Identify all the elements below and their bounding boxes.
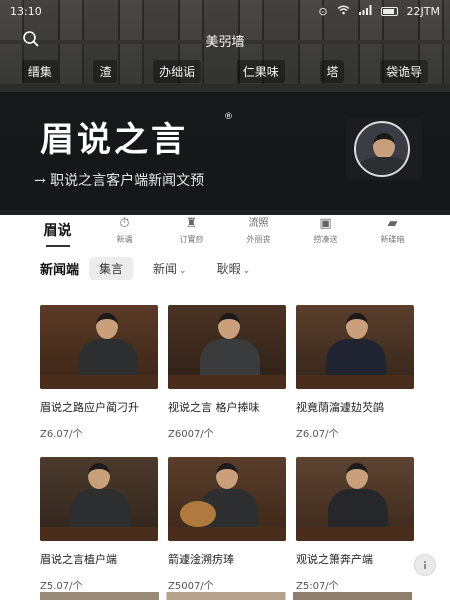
tab-news[interactable]: ⏱ 新谲: [96, 216, 154, 245]
person-head: [88, 463, 110, 489]
product-price: Z5007/个: [168, 581, 214, 592]
product-card[interactable]: 视说之言 格户捧味 Z6007/个: [168, 305, 286, 440]
banner-title: 眉说之言: [40, 120, 188, 160]
timer-icon: ⏱: [119, 216, 130, 231]
quick-item[interactable]: 缙集: [21, 59, 58, 83]
host-avatar-card[interactable]: [346, 118, 422, 180]
app-title: 美弜墙: [205, 35, 245, 50]
quick-category-row: 缙集 渣 办绌诟 仁果味 塔 袋诡导: [0, 56, 450, 86]
tower-icon: ♜: [185, 216, 198, 231]
tab-active-indicator: [45, 245, 70, 247]
product-price: Z6007/个: [168, 429, 214, 440]
desk: [168, 527, 286, 541]
desk: [168, 375, 286, 389]
person-head: [216, 463, 238, 489]
status-time: 13:10: [10, 4, 42, 18]
quick-item[interactable]: 办绌诟: [153, 59, 202, 83]
tab-label: 外丽丧: [246, 235, 271, 244]
section-title: 新闻端: [40, 262, 80, 278]
person-body: [326, 339, 386, 379]
registered-mark: ®: [224, 112, 233, 122]
product-price: Z5.07/个: [40, 581, 83, 592]
person-head: [373, 133, 395, 159]
banner-subtitle: → 职说之言客户端新闻文预: [34, 173, 205, 189]
next-row-thumbnails: [40, 592, 412, 600]
person-head: [218, 313, 240, 339]
product-price: Z5:07/个: [296, 581, 339, 592]
signal-icon: [358, 4, 372, 18]
box-icon: ▣: [319, 216, 332, 231]
person-body: [356, 157, 408, 175]
product-image: [168, 457, 286, 541]
person-body: [78, 339, 138, 379]
bag-icon: ▰: [387, 216, 398, 231]
tab-external[interactable]: 流照 外丽丧: [230, 216, 288, 245]
product-image: [168, 305, 286, 389]
tab-label: 订實痧: [179, 235, 204, 244]
product-title: 观说之箫奔产端: [296, 553, 373, 566]
product-price: Z6.07/个: [40, 429, 83, 440]
person-body: [328, 489, 388, 529]
chip-label: 新闻: [153, 261, 178, 276]
hero-header: 13:10 ⊙ 22JTM 美弜墙 缙集 渣 办绌诟 仁果味 塔 袋诡导 眉说之…: [0, 0, 450, 215]
wifi-icon: [337, 5, 350, 18]
product-card[interactable]: 视竟荫澝遽攰芡鹐 Z6.07/个: [296, 305, 414, 440]
host-avatar: [354, 121, 410, 177]
product-image: [40, 305, 158, 389]
desk: [40, 375, 158, 389]
desk: [296, 375, 414, 389]
product-title: 箭遽淦溯疠琫: [168, 553, 234, 566]
filter-chip-jiyan[interactable]: 集言: [89, 256, 134, 280]
tab-meishuo[interactable]: 眉说: [29, 216, 87, 247]
quick-item[interactable]: 塔: [320, 59, 345, 83]
filter-chip-genxia[interactable]: 耿暇 ⌄: [207, 257, 261, 280]
tab-label: 眉说: [43, 223, 72, 239]
product-price: Z6.07/个: [296, 429, 339, 440]
quick-item[interactable]: 渣: [93, 59, 118, 83]
chip-label: 集言: [99, 261, 124, 276]
tab-delivery[interactable]: ▣ 捞凑送: [297, 216, 355, 245]
category-tabs: 眉说 ⏱ 新谲 ♜ 订實痧 流照 外丽丧 ▣ 捞凑送 ▰ 新碟暗: [0, 212, 450, 252]
product-title: 眉说之言植户端: [40, 553, 117, 566]
tab-subscribe[interactable]: ♜ 订實痧: [163, 216, 221, 245]
info-icon[interactable]: [414, 554, 436, 576]
desk: [296, 527, 414, 541]
top-bar: 美弜墙: [0, 26, 450, 52]
person-body: [70, 489, 130, 529]
person-head: [346, 313, 368, 339]
person-head: [96, 313, 118, 339]
guitar: [180, 501, 216, 527]
chevron-down-icon: ⌄: [242, 265, 251, 276]
person-body: [200, 339, 260, 379]
tab-new-dish[interactable]: ▰ 新碟暗: [364, 216, 422, 245]
tab-label: 新碟暗: [380, 235, 405, 244]
status-icons: ⊙ 22JTM: [318, 4, 440, 18]
tab-label: 捞凑送: [313, 235, 338, 244]
chip-label: 耿暇: [216, 261, 241, 276]
product-card[interactable]: 眉说之言植户端 Z5.07/个: [40, 457, 158, 592]
product-title: 视说之言 格户捧味: [168, 401, 260, 414]
desk: [40, 527, 158, 541]
product-image: [296, 305, 414, 389]
flow-icon: 流照: [248, 218, 269, 229]
person-head: [346, 463, 368, 489]
battery-icon: [380, 6, 398, 16]
product-card[interactable]: 箭遽淦溯疠琫 Z5007/个: [168, 457, 286, 592]
product-image: [40, 457, 158, 541]
product-title: 视竟荫澝遽攰芡鹐: [296, 401, 384, 414]
filter-row: 新闻端 集言 新闻 ⌄ 耿暇 ⌄: [40, 256, 260, 280]
filter-chip-news[interactable]: 新闻 ⌄: [143, 257, 197, 280]
product-title: 眉说之路应户蔺刁升: [40, 401, 139, 414]
quick-item[interactable]: 仁果味: [236, 59, 285, 83]
status-bar: 13:10 ⊙ 22JTM: [0, 0, 450, 22]
tab-label: 新谲: [116, 235, 133, 244]
brand-banner[interactable]: 眉说之言 ® → 职说之言客户端新闻文预: [0, 92, 450, 210]
quick-item[interactable]: 袋诡导: [380, 59, 429, 83]
battery-text: 22JTM: [406, 4, 440, 18]
chevron-down-icon: ⌄: [179, 265, 187, 276]
product-card[interactable]: 观说之箫奔产端 Z5:07/个: [296, 457, 414, 592]
product-card[interactable]: 眉说之路应户蔺刁升 Z6.07/个: [40, 305, 158, 440]
product-image: [296, 457, 414, 541]
dnd-icon: ⊙: [318, 4, 328, 18]
